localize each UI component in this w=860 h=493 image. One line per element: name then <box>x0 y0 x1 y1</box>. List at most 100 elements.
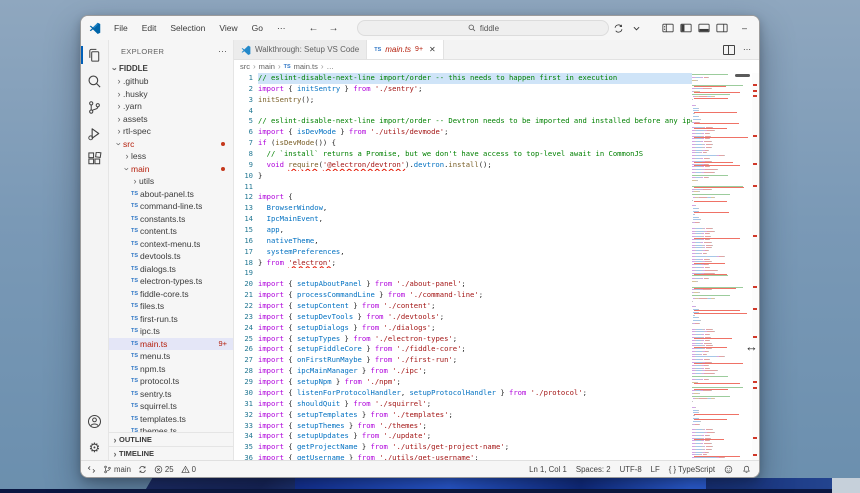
minimap-line <box>692 452 752 453</box>
minimap-line <box>692 85 752 86</box>
status-bell[interactable] <box>742 465 751 474</box>
minimap[interactable] <box>692 73 752 460</box>
tree-item--github[interactable]: ›.github <box>109 75 233 88</box>
menu-selection[interactable]: Selection <box>164 20 211 37</box>
toggle-secondary-sidebar-icon[interactable] <box>713 20 731 36</box>
overview-ruler[interactable] <box>752 73 759 460</box>
line-number: 15 <box>234 225 258 236</box>
tree-item-constants-ts[interactable]: TSconstants.ts <box>109 213 233 226</box>
maximize-button[interactable] <box>757 17 760 39</box>
status-warning[interactable]: 0 <box>181 465 196 474</box>
code-line: 21import { processCommandLine } from './… <box>234 290 692 301</box>
minimize-button[interactable]: – <box>731 17 757 39</box>
tree-item-less[interactable]: ›less <box>109 150 233 163</box>
tree-item-content-ts[interactable]: TScontent.ts <box>109 225 233 238</box>
tree-item-first-run-ts[interactable]: TSfirst-run.ts <box>109 313 233 326</box>
toggle-panel-icon[interactable] <box>695 20 713 36</box>
tree-item-label: constants.ts <box>140 214 185 224</box>
extensions-icon <box>87 152 102 167</box>
tab-label: main.ts <box>385 45 411 54</box>
tree-item-protocol-ts[interactable]: TSprotocol.ts <box>109 375 233 388</box>
minimap-line <box>692 136 752 137</box>
activity-settings[interactable]: ⚙ <box>81 434 109 460</box>
status-remote[interactable] <box>87 465 96 474</box>
tree-item-ipc-ts[interactable]: TSipc.ts <box>109 325 233 338</box>
breadcrumb-src[interactable]: src <box>240 62 250 71</box>
minimap-line <box>692 278 752 279</box>
editor-more-actions-icon[interactable]: ⋯ <box>743 45 751 54</box>
close-tab-icon[interactable]: ✕ <box>429 45 436 54</box>
split-editor-icon[interactable] <box>723 45 735 55</box>
breadcrumb-symbol[interactable]: … <box>327 62 335 71</box>
title-bar[interactable]: FileEditSelectionViewGo⋯ ← → fiddle <box>81 16 759 40</box>
tree-item-label: context-menu.ts <box>140 239 200 249</box>
minimap-line <box>692 418 752 419</box>
tree-item-fiddle-core-ts[interactable]: TSfiddle-core.ts <box>109 288 233 301</box>
nav-back-button[interactable]: ← <box>305 23 321 34</box>
command-center-search[interactable]: fiddle <box>357 20 609 36</box>
status-spaces-2[interactable]: Spaces: 2 <box>576 465 611 474</box>
tree-item-label: about-panel.ts <box>140 189 194 199</box>
status-feedback[interactable] <box>724 465 733 474</box>
tree-item-themes-ts[interactable]: TSthemes.ts <box>109 425 233 432</box>
status-branch[interactable]: main <box>103 465 131 474</box>
line-text: import { initSentry } from './sentry'; <box>258 84 692 95</box>
tree-item-files-ts[interactable]: TSfiles.ts <box>109 300 233 313</box>
tree-item-main-ts[interactable]: TSmain.ts9+ <box>109 338 233 351</box>
menu-view[interactable]: View <box>213 20 243 37</box>
tree-item-devtools-ts[interactable]: TSdevtools.ts <box>109 250 233 263</box>
menu-go[interactable]: Go <box>246 20 269 37</box>
tree-root-fiddle[interactable]: › FIDDLE <box>109 62 233 75</box>
tree-item-dialogs-ts[interactable]: TSdialogs.ts <box>109 263 233 276</box>
status-sync[interactable] <box>138 465 147 474</box>
status-ln-1-col-1[interactable]: Ln 1, Col 1 <box>529 465 567 474</box>
status-utf-8[interactable]: UTF-8 <box>620 465 642 474</box>
minimap-line <box>692 256 752 257</box>
tree-item-electron-types-ts[interactable]: TSelectron-types.ts <box>109 275 233 288</box>
tree-item--husky[interactable]: ›.husky <box>109 88 233 101</box>
tree-item-utils[interactable]: ›utils <box>109 175 233 188</box>
tree-item-about-panel-ts[interactable]: TSabout-panel.ts <box>109 188 233 201</box>
activity-extensions[interactable] <box>81 146 109 172</box>
tree-item-npm-ts[interactable]: TSnpm.ts <box>109 363 233 376</box>
chevron-down-icon[interactable] <box>627 20 645 36</box>
toggle-primary-sidebar-icon[interactable] <box>677 20 695 36</box>
sync-status-icon[interactable] <box>609 20 627 36</box>
activity-accounts[interactable] <box>81 408 109 434</box>
tree-item--yarn[interactable]: ›.yarn <box>109 100 233 113</box>
tree-item-context-menu-ts[interactable]: TScontext-menu.ts <box>109 238 233 251</box>
timeline-section[interactable]: › TIMELINE <box>109 446 233 460</box>
tree-item-squirrel-ts[interactable]: TSsquirrel.ts <box>109 400 233 413</box>
tree-item-sentry-ts[interactable]: TSsentry.ts <box>109 388 233 401</box>
tree-item-command-line-ts[interactable]: TScommand-line.ts <box>109 200 233 213</box>
activity-search[interactable] <box>81 68 109 94</box>
minimap-line <box>692 306 752 307</box>
tree-item-label: main <box>131 164 149 174</box>
activity-explorer[interactable] <box>81 42 109 68</box>
status-error[interactable]: 25 <box>154 465 174 474</box>
tree-item-templates-ts[interactable]: TStemplates.ts <box>109 413 233 426</box>
tree-item-menu-ts[interactable]: TSmenu.ts <box>109 350 233 363</box>
tab-main-ts[interactable]: TS main.ts 9+ ✕ <box>367 40 444 59</box>
status--typescript[interactable]: { } TypeScript <box>669 465 715 474</box>
tab-walkthrough[interactable]: Walkthrough: Setup VS Code <box>234 40 367 59</box>
tree-item-src[interactable]: ›src <box>109 138 233 151</box>
tree-item-assets[interactable]: ›assets <box>109 113 233 126</box>
tree-item-rtl-spec[interactable]: ›rtl-spec <box>109 125 233 138</box>
minimap-line <box>692 295 752 296</box>
customize-layout-icon[interactable] <box>659 20 677 36</box>
activity-source-control[interactable] <box>81 94 109 120</box>
tree-item-main[interactable]: ›main <box>109 163 233 176</box>
breadcrumb-file[interactable]: main.ts <box>294 62 318 71</box>
menu-more[interactable]: ⋯ <box>271 20 292 37</box>
menu-edit[interactable]: Edit <box>136 20 163 37</box>
code-editor[interactable]: 1// eslint-disable-next-line import/orde… <box>234 73 692 460</box>
nav-forward-button[interactable]: → <box>325 23 341 34</box>
outline-section[interactable]: › OUTLINE <box>109 432 233 446</box>
status-lf[interactable]: LF <box>651 465 660 474</box>
minimap-line <box>692 446 752 447</box>
sidebar-more-actions[interactable]: ⋯ <box>218 46 227 57</box>
activity-run-debug[interactable] <box>81 120 109 146</box>
breadcrumb-main[interactable]: main <box>259 62 275 71</box>
menu-file[interactable]: File <box>108 20 134 37</box>
